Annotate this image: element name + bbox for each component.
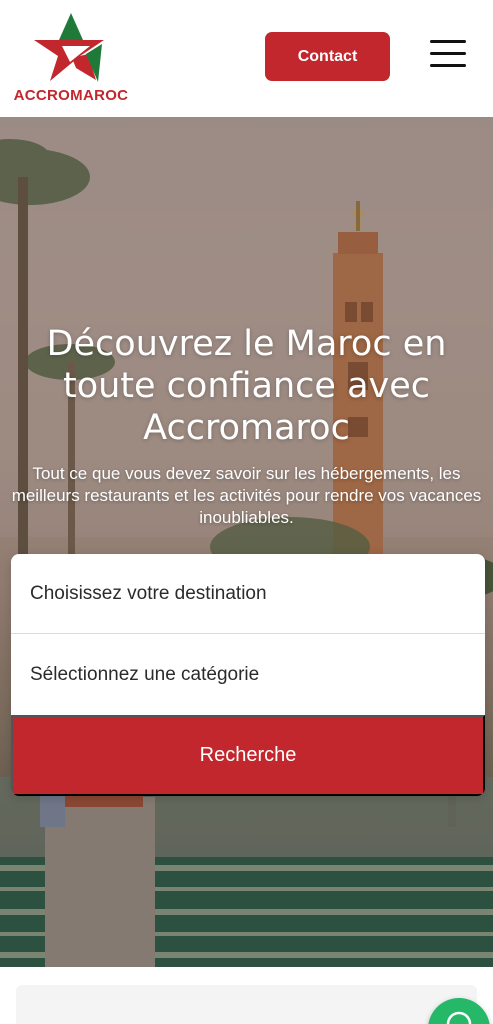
search-button[interactable]: Recherche [11,715,485,796]
category-select[interactable]: Sélectionnez une catégorie [11,635,485,715]
hamburger-menu-icon[interactable] [428,38,468,70]
brand-name: ACCROMAROC [13,87,129,104]
destination-select[interactable]: Choisissez votre destination [11,554,485,634]
next-section-card [16,985,477,1024]
hero-subtitle: Tout ce que vous devez savoir sur les hé… [11,464,482,527]
chat-bubble-icon [446,1011,472,1024]
hero-title: Découvrez le Maroc en toute confiance av… [46,324,447,448]
star-logo-icon [34,13,104,82]
menu-bar [430,40,466,43]
search-form: Choisissez votre destination Sélectionne… [11,554,485,796]
hero-section: Découvrez le Maroc en toute confiance av… [0,117,493,967]
hero-overlay [0,117,493,967]
contact-button[interactable]: Contact [265,32,390,81]
brand-logo[interactable]: ACCROMAROC [12,10,130,106]
menu-bar [430,52,466,55]
menu-bar [430,64,466,67]
site-header: ACCROMAROC Contact [0,0,493,117]
